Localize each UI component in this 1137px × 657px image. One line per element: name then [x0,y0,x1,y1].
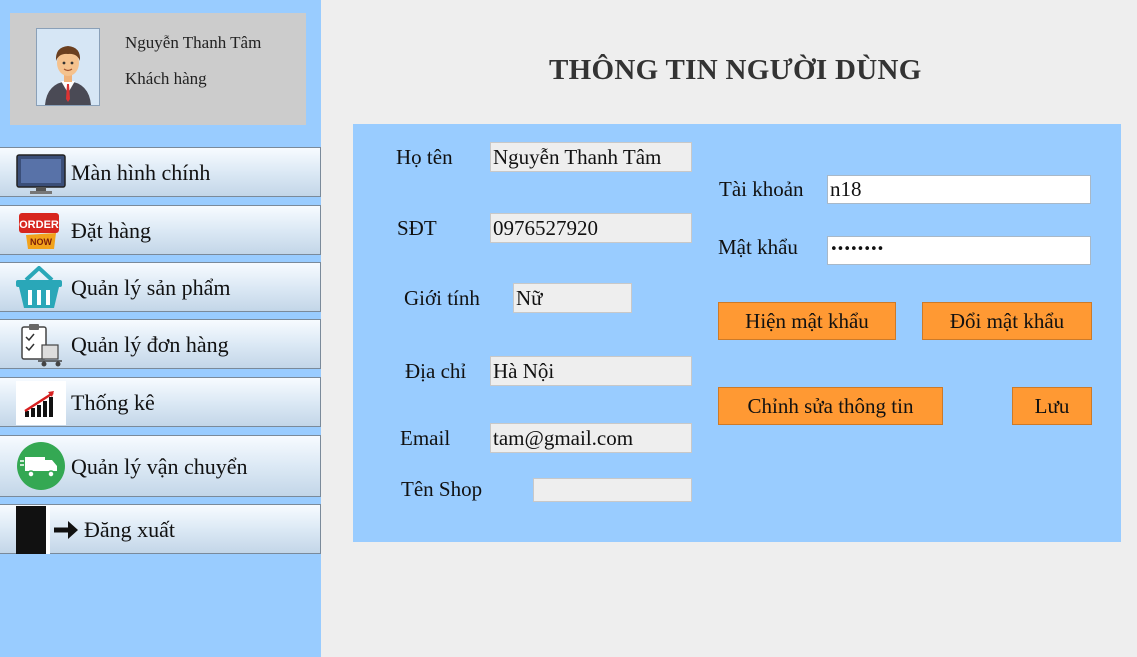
show-password-button[interactable]: Hiện mật khẩu [718,302,896,340]
shop-name-field[interactable] [533,478,692,502]
sidebar-item-label: Quản lý sản phẩm [71,275,231,300]
sidebar-item-label: Đăng xuất [84,517,176,542]
account-label: Tài khoản [719,177,804,201]
email-label: Email [400,426,451,450]
sidebar-item-products[interactable]: Quản lý sản phẩm [0,262,321,312]
svg-text:ORDER: ORDER [19,219,59,231]
sidebar-item-order[interactable]: ORDER NOW Đặt hàng [0,205,321,255]
edit-info-button[interactable]: Chỉnh sửa thông tin [718,387,943,425]
basket-icon [16,266,62,308]
order-now-icon: ORDER NOW [19,213,59,249]
sidebar-item-label: Quản lý đơn hàng [71,332,229,357]
user-info-panel: Họ tên Nguyễn Thanh Tâm SĐT 0976527920 G… [353,124,1121,542]
sidebar-item-home[interactable]: Màn hình chính [0,147,321,197]
sidebar-item-label: Màn hình chính [71,160,211,185]
sidebar-item-label: Quản lý vận chuyển [71,454,248,479]
gender-field[interactable]: Nữ [513,283,632,313]
phone-label: SĐT [397,216,437,240]
fullname-field[interactable]: Nguyễn Thanh Tâm [490,142,692,172]
shop-name-label: Tên Shop [401,477,483,501]
sidebar-item-shipping[interactable]: Quản lý vận chuyển [0,435,321,497]
account-input[interactable]: n18 [827,175,1091,204]
change-password-button[interactable]: Đổi mật khẩu [922,302,1092,340]
svg-text:NOW: NOW [30,237,53,247]
user-avatar-icon [36,28,100,106]
fullname-label: Họ tên [396,145,453,169]
truck-icon [17,442,65,490]
logout-icon [16,506,78,554]
profile-name: Nguyễn Thanh Tâm [125,33,262,52]
gender-label: Giới tính [404,286,480,310]
sidebar-item-label: Thống kê [71,390,155,415]
save-button[interactable]: Lưu [1012,387,1092,425]
sidebar-item-label: Đặt hàng [71,218,152,243]
user-profile-card: Nguyễn Thanh Tâm Khách hàng [10,13,306,125]
sidebar-item-statistics[interactable]: Thống kê [0,377,321,427]
clipboard-icon [21,324,62,367]
sidebar-item-orders[interactable]: Quản lý đơn hàng [0,319,321,369]
password-input[interactable]: •••••••• [827,236,1091,265]
profile-role: Khách hàng [125,69,207,88]
address-field[interactable]: Hà Nội [490,356,692,386]
bar-chart-icon [16,381,66,425]
sidebar-item-logout[interactable]: Đăng xuất [0,504,321,554]
page-title: THÔNG TIN NGƯỜI DÙNG [549,54,922,86]
phone-field[interactable]: 0976527920 [490,213,692,243]
monitor-icon [16,154,66,194]
password-label: Mật khẩu [718,235,798,259]
address-label: Địa chỉ [405,359,467,383]
email-field[interactable]: tam@gmail.com [490,423,692,453]
sidebar: Nguyễn Thanh Tâm Khách hàng Màn hình chí… [0,0,321,657]
